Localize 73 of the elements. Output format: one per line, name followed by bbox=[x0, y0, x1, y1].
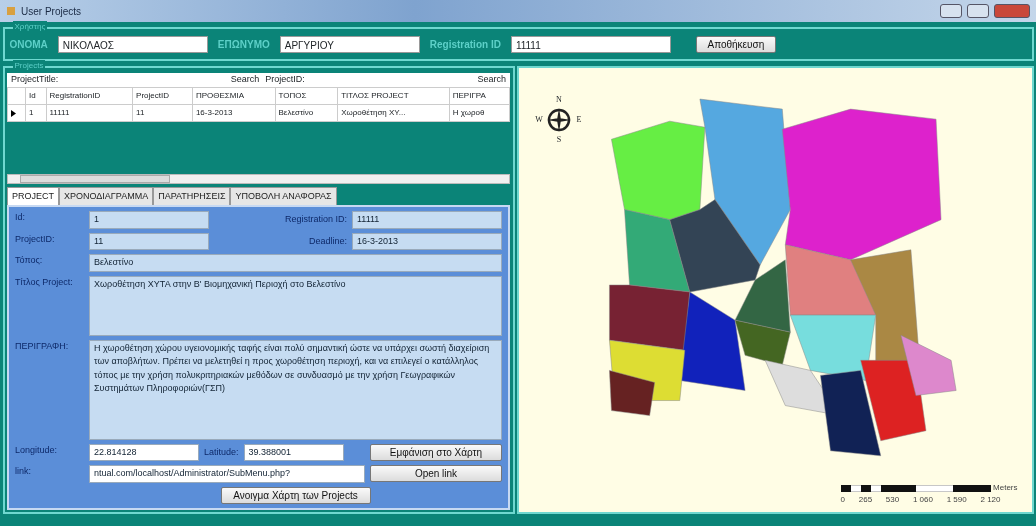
search-label: ProjectTitle: bbox=[11, 73, 59, 87]
window-title: User Projects bbox=[21, 4, 81, 19]
text-field[interactable]: 39.388001 bbox=[243, 443, 344, 461]
open-link-button[interactable]: Open link bbox=[370, 465, 502, 483]
search-button[interactable]: Search bbox=[477, 73, 506, 87]
group-title: Χρήστης bbox=[12, 21, 48, 33]
scale-label: 0 bbox=[840, 494, 845, 506]
compass-letter: N bbox=[556, 94, 562, 106]
text-field[interactable]: Βελεστίνο bbox=[89, 254, 502, 272]
field-label: Τίτλος Project: bbox=[15, 275, 74, 289]
scale-label: 1 590 bbox=[946, 494, 967, 506]
text-area[interactable]: Η χωροθέτηση χώρου υγειονομικής ταφής είναι πολύ σημαντική ώστε να υπάρχει σωστή διαχείριση των αποβλήτων. Πρέπει να μελετηθεί η προς χωροθέτηση περιοχή, και να επιλεγεί ο κατάλληλος τόπος με την χρήση πολυκριτηριακών μεθόδων σε συνδυασμό με την χρήση Γεωγραφικών Συστημάτων Πληροφοριών(ΓΣΠ) bbox=[89, 339, 502, 440]
field-label: Deadline: bbox=[308, 234, 347, 248]
scale-unit: Meters bbox=[993, 482, 1018, 494]
column-header: ΤΙΤΛΟΣ PROJECT bbox=[337, 87, 450, 105]
text-field[interactable]: 11 bbox=[89, 232, 209, 250]
compass-letter: W bbox=[535, 114, 543, 126]
table-row[interactable]: 1 11111 11 16-3-2013 Βελεστίνο Χωροθέτηση ΧΥ... Η χωροθ bbox=[7, 104, 510, 122]
field-label: ProjectID: bbox=[15, 232, 56, 246]
text-field[interactable]: ntual.com/localhost/Administrator/SubMenu.php? bbox=[89, 465, 365, 483]
field-label: Id: bbox=[15, 211, 26, 224]
field-label: Longitude: bbox=[15, 443, 59, 457]
app-icon bbox=[6, 6, 16, 16]
save-button[interactable]: Αποθήκευση bbox=[695, 35, 776, 53]
text-field[interactable]: 16-3-2013 bbox=[352, 232, 502, 250]
column-header: ProjectID bbox=[132, 87, 193, 105]
text-field[interactable]: 11111 bbox=[510, 35, 671, 53]
text-field[interactable]: ΑΡΓΥΡΙΟΥ bbox=[279, 35, 420, 53]
tab[interactable]: PROJECT bbox=[7, 186, 59, 205]
search-button[interactable]: Search bbox=[230, 73, 260, 87]
column-header: ΠΕΡΙΓΡΑ bbox=[449, 87, 510, 105]
column-header: RegistrationID bbox=[46, 87, 133, 105]
text-field[interactable]: ΝΙΚΟΛΑΟΣ bbox=[57, 35, 208, 53]
group-title: Projects bbox=[12, 60, 46, 72]
table-cell: Βελεστίνο bbox=[275, 104, 338, 122]
column-header: ΠΡΟΘΕΣΜΙΑ bbox=[192, 87, 275, 105]
open-map-button[interactable]: Ανοιγμα Χάρτη των Projects bbox=[220, 486, 371, 504]
field-label: Latitude: bbox=[204, 445, 239, 459]
minimize-button[interactable] bbox=[940, 4, 962, 18]
scale-label: 2 120 bbox=[980, 494, 1001, 506]
field-label: Registration ID: bbox=[284, 213, 347, 226]
column-header: ΤΟΠΟΣ bbox=[275, 87, 338, 105]
maximize-button[interactable] bbox=[967, 4, 989, 18]
compass-icon bbox=[546, 107, 572, 133]
tab[interactable]: ΥΠΟΒΟΛΗ ΑΝΑΦΟΡΑΣ bbox=[230, 186, 337, 205]
search-label: ProjectID: bbox=[265, 73, 305, 87]
table-cell: 11 bbox=[132, 104, 193, 122]
horizontal-scrollbar[interactable] bbox=[7, 174, 510, 184]
table-cell: 16-3-2013 bbox=[192, 104, 275, 122]
field-label: ΠΕΡΙΓΡΑΦΗ: bbox=[15, 339, 70, 353]
compass-letter: S bbox=[556, 134, 562, 146]
text-field[interactable]: 11111 bbox=[352, 211, 502, 229]
text-area[interactable]: Χωροθέτηση ΧΥΤΑ στην Β' Βιομηχανική Περιοχή στο Βελεστίνο bbox=[89, 275, 502, 336]
table-cell: 1 bbox=[25, 104, 46, 122]
scale-label: 530 bbox=[885, 494, 900, 506]
compass-letter: E bbox=[576, 114, 582, 126]
field-label: link: bbox=[15, 465, 32, 478]
text-field[interactable]: 1 bbox=[89, 211, 209, 229]
show-on-map-button[interactable]: Εμφάνιση στο Χάρτη bbox=[370, 443, 502, 461]
tab[interactable]: ΧΡΟΝΟΔΙΑΓΡΑΜΜΑ bbox=[59, 186, 154, 205]
tab[interactable]: ΠΑΡΑΤΗΡΗΣΕΙΣ bbox=[153, 186, 231, 205]
field-label: Registration ID bbox=[429, 37, 501, 52]
scale-label: 1 060 bbox=[912, 494, 933, 506]
row-pointer-icon bbox=[11, 109, 16, 117]
field-label: ΟΝΟΜΑ bbox=[9, 37, 48, 52]
field-label: Τόπος: bbox=[15, 254, 44, 267]
table-cell: Χωροθέτηση ΧΥ... bbox=[337, 104, 450, 122]
column-header: Id bbox=[25, 87, 46, 105]
table-cell: Η χωροθ bbox=[449, 104, 510, 122]
text-field[interactable]: 22.814128 bbox=[89, 443, 199, 461]
table-cell: 11111 bbox=[46, 104, 133, 122]
field-label: ΕΠΩΝΥΜΟ bbox=[217, 37, 270, 52]
scale-label: 265 bbox=[858, 494, 873, 506]
